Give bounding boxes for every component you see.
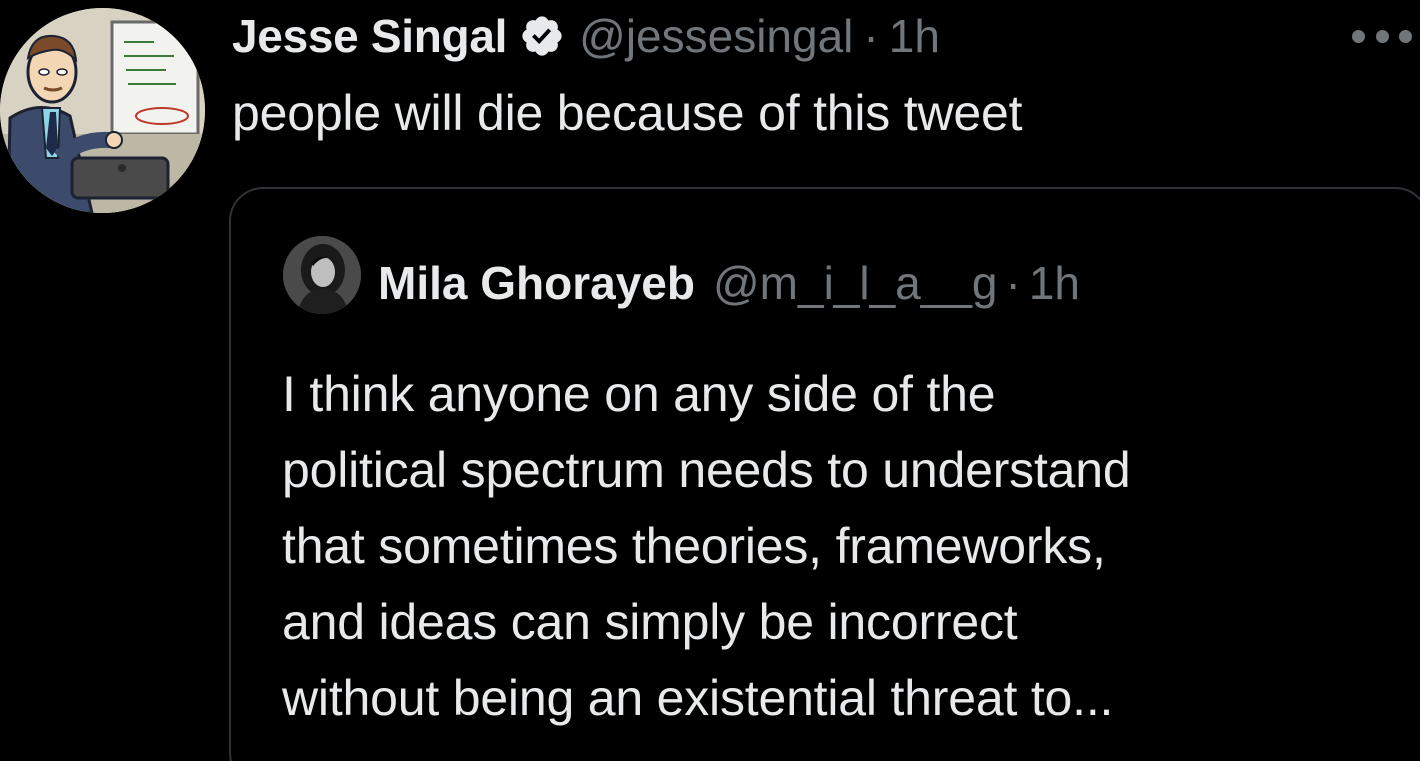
quoted-tweet-timestamp[interactable]: 1h — [1029, 256, 1080, 310]
more-dot — [1352, 29, 1365, 43]
quoted-author-photo — [283, 236, 361, 314]
quoted-author-handle[interactable]: @m_i_l_a__g — [713, 256, 998, 310]
author-avatar-illustration — [0, 8, 205, 213]
more-options-icon[interactable] — [1352, 24, 1412, 48]
quoted-author-avatar[interactable] — [283, 236, 361, 314]
quoted-text-line: political spectrum needs to understand — [282, 442, 1131, 498]
tweet-timestamp[interactable]: 1h — [889, 9, 940, 63]
tweet-text: people will die because of this tweet — [232, 85, 1023, 141]
quoted-text-line: I think anyone on any side of the — [282, 366, 996, 422]
tweet-header: Jesse Singal @jessesingal · 1h — [232, 4, 940, 68]
more-dot — [1375, 29, 1389, 43]
separator-dot: · — [863, 10, 879, 62]
quoted-text-line: without being an existential threat to..… — [282, 670, 1114, 726]
more-dot — [1399, 29, 1412, 43]
author-handle[interactable]: @jessesingal — [579, 9, 853, 63]
quoted-tweet-header: Mila Ghorayeb @m_i_l_a__g · 1h — [378, 250, 1080, 316]
separator-dot: · — [1005, 257, 1021, 309]
quoted-text-line: that sometimes theories, frameworks, — [282, 518, 1106, 574]
quoted-author-name[interactable]: Mila Ghorayeb — [378, 256, 695, 310]
quoted-tweet-text: I think anyone on any side of the politi… — [282, 356, 1392, 736]
verified-badge-icon — [519, 13, 565, 59]
author-avatar[interactable] — [0, 8, 205, 213]
author-name[interactable]: Jesse Singal — [232, 9, 507, 63]
quoted-text-line: and ideas can simply be incorrect — [282, 594, 1018, 650]
